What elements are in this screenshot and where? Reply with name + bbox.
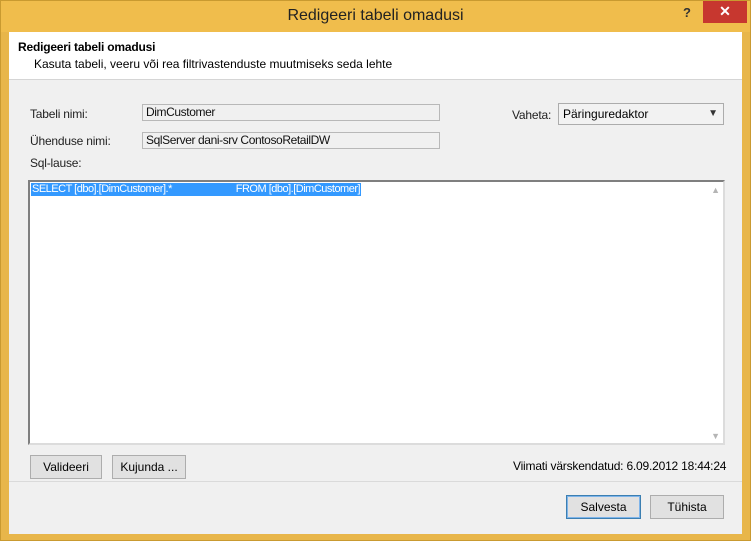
connection-name-field: SqlServer dani-srv ContosoRetailDW xyxy=(142,132,440,149)
switch-dropdown[interactable]: Päringuredaktor ▼ xyxy=(558,103,724,125)
table-name-field: DimCustomer xyxy=(142,104,440,121)
table-name-label: Tabeli nimi: xyxy=(30,107,88,121)
save-button[interactable]: Salvesta xyxy=(566,495,641,519)
cancel-button[interactable]: Tühista xyxy=(650,495,724,519)
last-updated-text: Viimati värskendatud: 6.09.2012 18:44:24 xyxy=(513,459,727,473)
title-bar[interactable]: Redigeeri tabeli omadusi ? ✕ xyxy=(1,1,750,32)
connection-name-label: Ühenduse nimi: xyxy=(30,134,111,148)
switch-label: Vaheta: xyxy=(512,108,552,122)
header-band: Redigeeri tabeli omadusi Kasuta tabeli, … xyxy=(9,32,742,80)
header-subtitle: Kasuta tabeli, veeru või rea filtrivaste… xyxy=(34,57,393,71)
dialog-window: Redigeeri tabeli omadusi ? ✕ Redigeeri t… xyxy=(0,0,751,541)
chevron-down-icon: ▼ xyxy=(708,108,718,119)
dialog-body: Redigeeri tabeli omadusi Kasuta tabeli, … xyxy=(9,32,742,534)
switch-dropdown-value: Päringuredaktor xyxy=(563,107,649,121)
sql-label: Sql-lause: xyxy=(30,156,82,170)
close-button[interactable]: ✕ xyxy=(703,1,747,23)
scroll-up-icon[interactable]: ▲ xyxy=(711,185,720,195)
scroll-down-icon[interactable]: ▼ xyxy=(711,431,720,441)
sql-editor[interactable]: SELECT [dbo].[DimCustomer].* FROM [dbo].… xyxy=(28,180,725,445)
design-button[interactable]: Kujunda ... xyxy=(112,455,186,479)
window-title: Redigeeri tabeli omadusi xyxy=(287,7,464,24)
close-icon: ✕ xyxy=(719,3,731,19)
validate-button[interactable]: Valideeri xyxy=(30,455,102,479)
header-title: Redigeeri tabeli omadusi xyxy=(18,40,156,54)
help-button[interactable]: ? xyxy=(677,3,697,23)
sql-text-selected[interactable]: SELECT [dbo].[DimCustomer].* FROM [dbo].… xyxy=(31,183,362,196)
